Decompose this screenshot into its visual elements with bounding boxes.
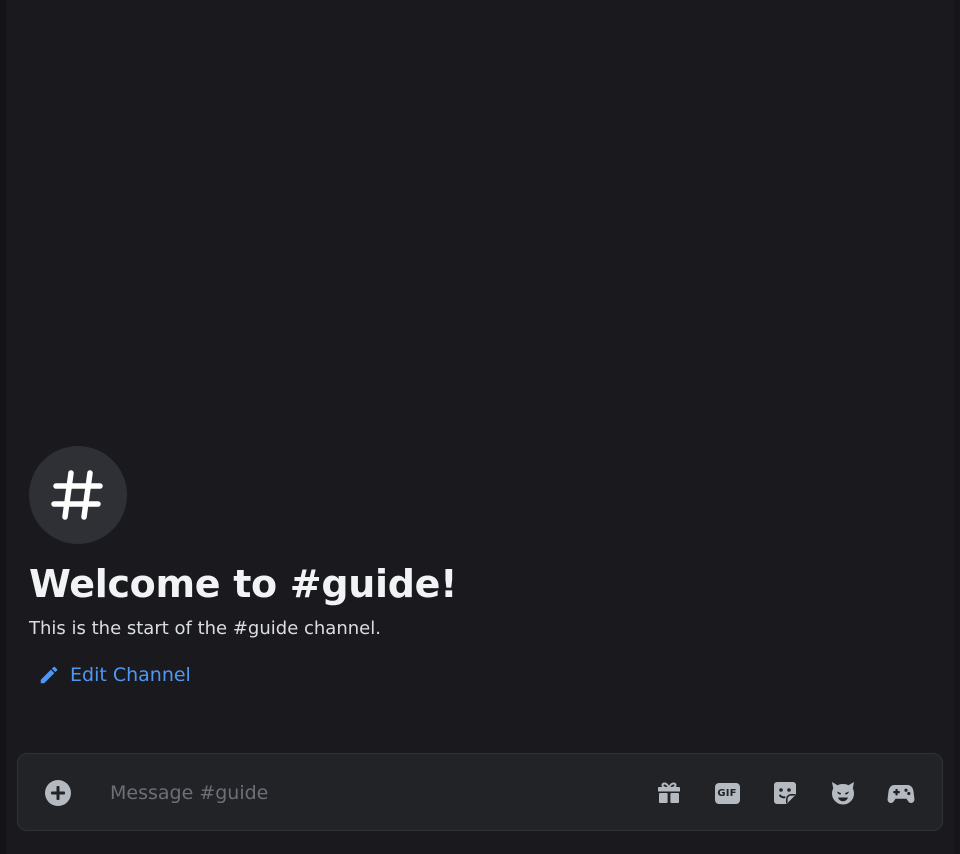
welcome-subtitle: This is the start of the #guide channel. xyxy=(29,618,381,639)
edit-channel-link[interactable]: Edit Channel xyxy=(38,664,191,686)
message-composer: GIF xyxy=(17,753,943,831)
welcome-title: Welcome to #guide! xyxy=(29,562,458,606)
left-divider xyxy=(0,0,6,854)
message-input[interactable] xyxy=(110,775,610,811)
sticker-icon xyxy=(774,782,796,804)
plus-circle-icon xyxy=(45,780,71,806)
gift-icon xyxy=(658,782,680,803)
edit-channel-label: Edit Channel xyxy=(70,664,191,686)
gift-button[interactable] xyxy=(654,778,684,808)
gamepad-icon xyxy=(887,785,915,803)
sticker-button[interactable] xyxy=(770,778,800,808)
emoji-icon xyxy=(832,782,854,805)
channel-avatar xyxy=(29,446,127,544)
gif-button[interactable]: GIF xyxy=(712,778,742,808)
upload-button[interactable] xyxy=(44,779,72,807)
apps-button[interactable] xyxy=(886,778,916,808)
emoji-button[interactable] xyxy=(828,778,858,808)
chat-window: Welcome to #guide! This is the start of … xyxy=(0,0,960,854)
pencil-icon xyxy=(40,666,58,684)
gif-label: GIF xyxy=(714,782,740,804)
hash-icon xyxy=(51,470,103,520)
channel-welcome: Welcome to #guide! This is the start of … xyxy=(29,446,909,691)
scrollbar-track[interactable] xyxy=(954,0,960,854)
